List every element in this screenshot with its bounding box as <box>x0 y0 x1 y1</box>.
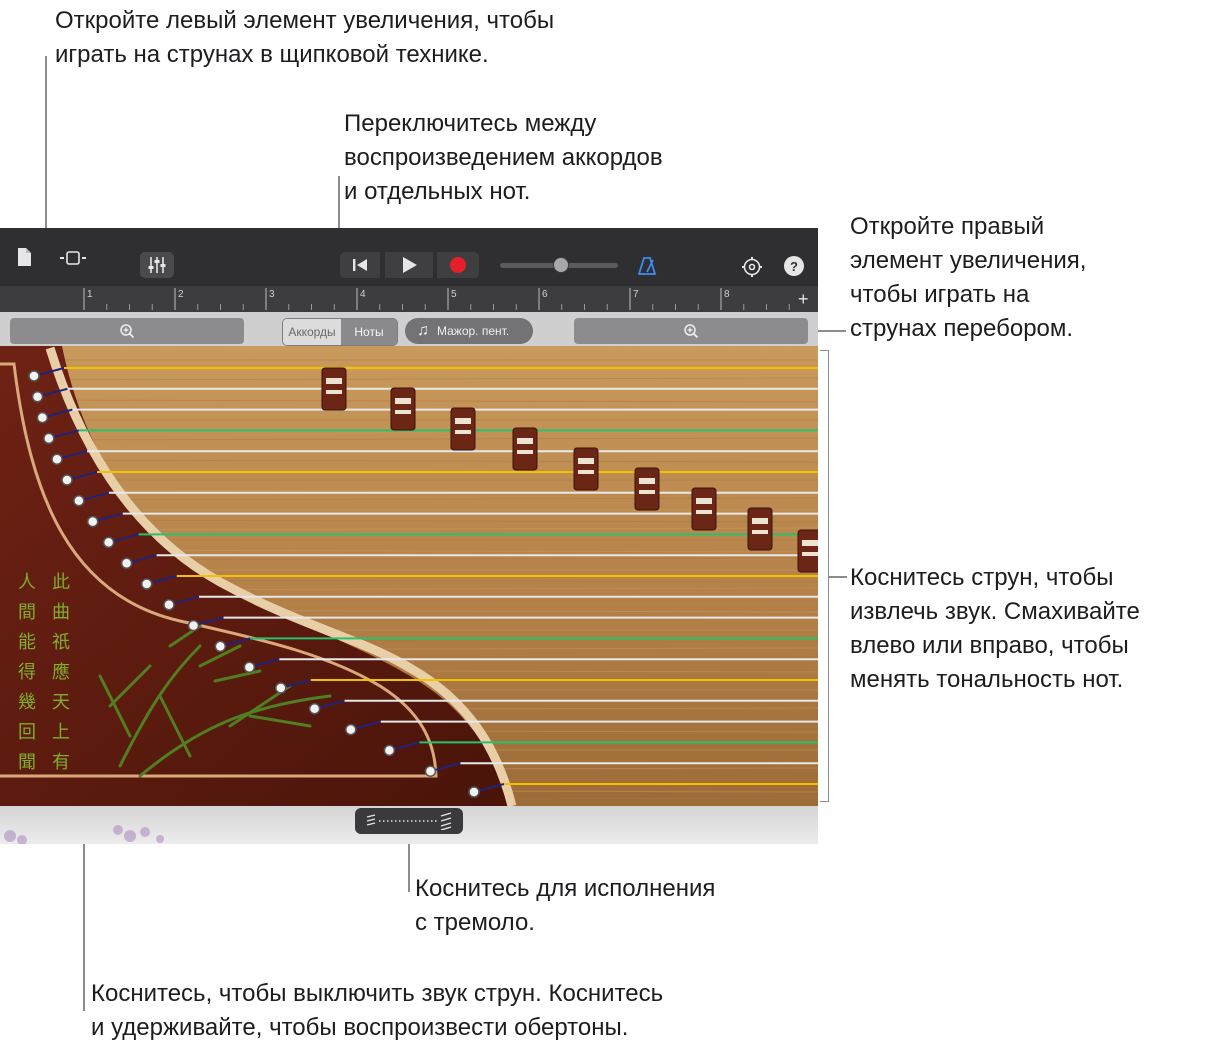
music-note-icon: ♫ <box>417 322 429 339</box>
string-bridge <box>512 427 538 471</box>
ruler-ticks: 1 2 3 4 5 6 7 8 <box>83 288 790 310</box>
view-toggle-icon <box>60 251 86 265</box>
callout-left-zoom: Откройте левый элемент увеличения, чтобы… <box>55 7 555 68</box>
callout-chords-notes: Переключитесь между воспроизведением акк… <box>344 110 663 205</box>
leader-strings <box>829 576 847 578</box>
callout-strings: Коснитесь струн, чтобы извлечь звук. Сма… <box>850 564 1140 693</box>
document-icon <box>18 248 31 266</box>
string-bridge <box>797 529 818 573</box>
tuning-peg <box>36 411 49 424</box>
callout-right-zoom: Откройте правый элемент увеличения, чтоб… <box>850 213 1087 342</box>
string-bridge <box>573 447 599 491</box>
tuning-peg <box>214 640 227 653</box>
ruler[interactable]: 1 2 3 4 5 6 7 8 + <box>0 286 818 312</box>
ruler-bar-number: 3 <box>269 289 275 300</box>
scale-button[interactable]: ♫ Мажор. пент. <box>405 318 533 344</box>
go-to-start-button[interactable] <box>340 252 380 278</box>
tuning-peg <box>86 515 99 528</box>
metronome-button[interactable] <box>634 254 660 278</box>
ruler-bar-number: 5 <box>451 289 457 300</box>
ruler-bar-number: 7 <box>633 289 639 300</box>
tuning-peg <box>51 453 63 465</box>
tuning-peg <box>61 474 73 486</box>
callout-mute: Коснитесь, чтобы выключить звук струн. К… <box>91 980 664 1041</box>
leader-tremolo <box>408 842 410 892</box>
play-icon <box>403 257 417 273</box>
ruler-bar-number: 8 <box>724 289 730 300</box>
tuning-peg <box>308 703 321 715</box>
zoom-in-icon <box>120 324 135 339</box>
tremolo-icon <box>366 812 452 830</box>
scale-label: Мажор. пент. <box>437 324 510 338</box>
master-volume-slider[interactable] <box>500 257 618 273</box>
tuning-peg <box>102 536 115 549</box>
ruler-bar-number: 4 <box>360 289 366 300</box>
help-button[interactable]: ? <box>784 256 804 276</box>
view-toggle-button[interactable] <box>54 244 92 272</box>
mixer-icon <box>148 257 166 273</box>
go-to-start-icon <box>353 259 367 271</box>
notes-segment[interactable]: Ноты <box>341 319 397 345</box>
string-bridge <box>321 367 347 411</box>
tuning-peg <box>275 682 287 694</box>
guzheng-body <box>0 346 818 806</box>
tuning-peg <box>163 599 175 611</box>
leader-strings-bracket <box>820 350 829 802</box>
controls-strip: Аккорды Ноты ♫ Мажор. пент. <box>0 312 818 346</box>
footer-area <box>0 806 818 844</box>
record-icon <box>450 257 466 273</box>
tuning-peg <box>468 786 480 798</box>
calligraphy-right: 此曲祇應天上有 <box>52 572 70 773</box>
tremolo-button[interactable] <box>355 808 463 834</box>
tuning-peg <box>31 391 44 403</box>
left-zoom-button[interactable] <box>10 318 244 344</box>
string-bridge <box>390 387 416 431</box>
tuning-peg <box>28 370 40 382</box>
metronome-icon <box>637 257 657 275</box>
string-bridge <box>450 407 476 451</box>
tuning-peg <box>140 578 153 590</box>
ruler-bar-number: 1 <box>87 289 93 300</box>
tuning-peg <box>73 495 85 507</box>
callout-tremolo: Коснитесь для исполнения с тремоло. <box>415 875 716 936</box>
mixer-button[interactable] <box>140 252 174 278</box>
calligraphy-left: 人間能得幾回聞 <box>18 572 36 773</box>
right-zoom-button[interactable] <box>574 318 808 344</box>
string-bridge <box>634 467 660 511</box>
volume-knob[interactable] <box>553 257 570 273</box>
tuning-peg <box>424 765 437 777</box>
control-bar: ? <box>0 228 818 286</box>
tuning-peg <box>243 661 256 673</box>
zoom-in-icon <box>684 324 699 339</box>
play-button[interactable] <box>385 252 433 278</box>
tuning-peg <box>383 744 396 757</box>
record-button[interactable] <box>437 252 479 278</box>
tuning-peg <box>120 557 133 569</box>
chords-notes-switch[interactable]: Аккорды Ноты <box>282 318 398 346</box>
settings-icon <box>742 257 762 277</box>
tuning-peg <box>187 619 200 632</box>
ruler-bar-number: 6 <box>542 289 548 300</box>
guzheng-instrument: 人間能得幾回聞 此曲祇應天上有 <box>0 346 818 806</box>
chords-segment[interactable]: Аккорды <box>283 319 341 345</box>
help-icon: ? <box>790 258 798 274</box>
ruler-bar-number: 2 <box>178 289 184 300</box>
my-songs-button[interactable] <box>12 245 36 269</box>
add-section-button[interactable]: + <box>798 286 809 312</box>
app-window: ? 1 2 3 4 5 6 7 8 + Аккорды Ноты ♫ Мажор. пент. <box>0 228 818 844</box>
tuning-peg <box>43 432 55 445</box>
settings-button[interactable] <box>738 254 766 280</box>
string-bridge <box>747 507 773 551</box>
string-bridge <box>691 487 717 531</box>
tuning-peg <box>345 723 357 736</box>
